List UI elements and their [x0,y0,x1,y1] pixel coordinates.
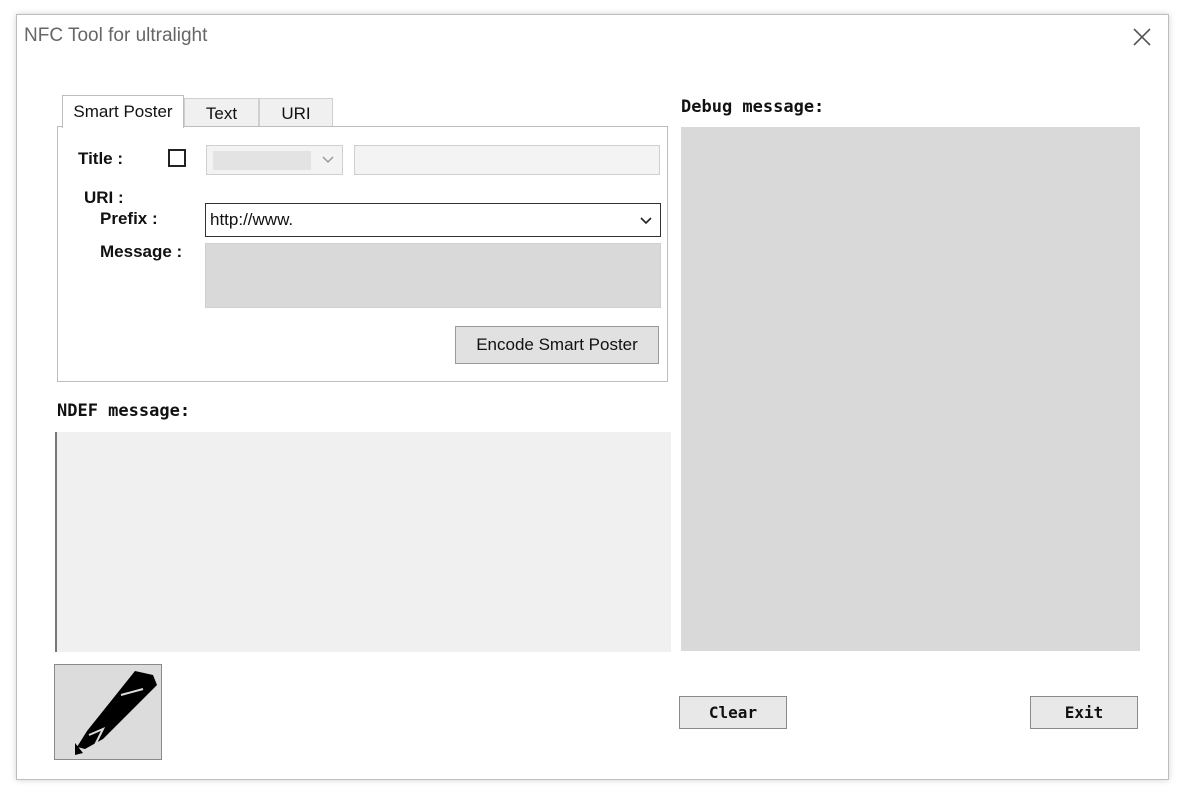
title-language-select[interactable] [206,145,343,175]
exit-button-label: Exit [1064,703,1104,722]
encode-smart-poster-button[interactable]: Encode Smart Poster [455,326,659,364]
prefix-label: Prefix : [100,209,158,228]
title-language-value [213,151,311,170]
window-title: NFC Tool for ultralight [24,25,208,46]
prefix-select[interactable]: http://www. [205,203,661,237]
close-icon [1133,28,1151,46]
debug-message-area[interactable] [681,127,1140,651]
chevron-down-icon [640,217,652,225]
exit-button[interactable]: Exit [1030,696,1138,729]
prefix-value: http://www. [210,210,294,229]
tab-smart-poster[interactable]: Smart Poster [62,95,184,128]
pencil-icon [75,671,157,755]
debug-message-label: Debug message: [681,97,825,117]
title-input[interactable] [354,145,660,175]
message-input[interactable] [205,243,661,308]
tab-text-label: Text [205,103,238,123]
message-label: Message : [100,242,183,261]
clear-button[interactable]: Clear [679,696,787,729]
chevron-down-icon [322,156,334,164]
title-checkbox[interactable] [168,149,186,167]
smart-poster-panel: Title : URI : Prefix : http://www. Messa… [57,126,668,382]
ndef-message-label: NDEF message: [57,401,191,421]
close-button[interactable] [1128,23,1156,51]
tab-text[interactable]: Text [184,98,259,128]
clear-button-label: Clear [708,703,758,722]
app-window: NFC Tool for ultralight Smart Poster Tex… [16,14,1169,780]
ndef-message-area[interactable] [55,432,671,652]
write-tag-button[interactable] [54,664,162,760]
uri-label: URI : [84,188,124,207]
tab-uri-label: URI [281,103,311,123]
tab-smart-poster-label: Smart Poster [73,102,173,121]
title-label: Title : [78,149,124,168]
tab-uri[interactable]: URI [259,98,333,128]
encode-smart-poster-label: Encode Smart Poster [476,335,638,354]
